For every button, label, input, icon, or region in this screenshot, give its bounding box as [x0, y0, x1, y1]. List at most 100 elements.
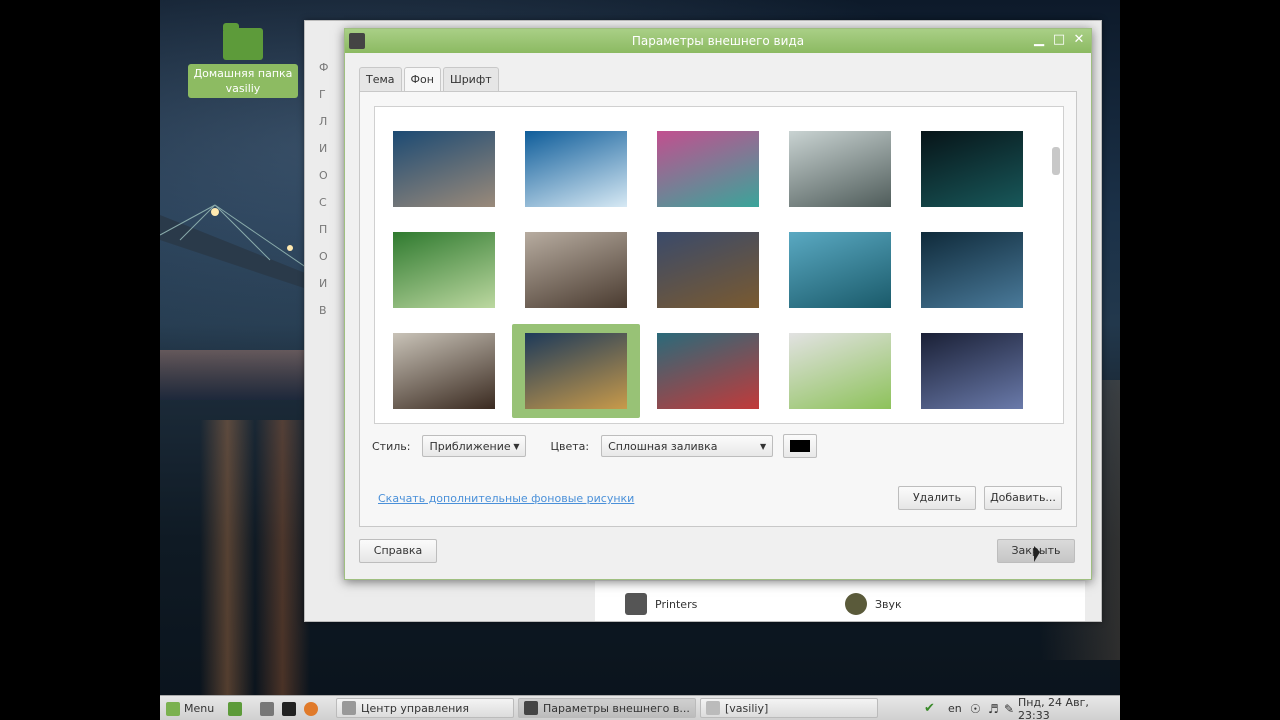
wallpaper-image	[789, 232, 891, 308]
home-folder-label: Домашняя папка	[193, 67, 293, 80]
desktop: Домашняя папка vasiliy Ф Г Л И О С П О И…	[160, 0, 1120, 720]
dialog-title: Параметры внешнего вида	[631, 34, 805, 48]
wallpaper-image	[525, 333, 627, 409]
wallpaper-image	[525, 232, 627, 308]
sound-item[interactable]: Звук	[845, 593, 902, 615]
wallpaper-thumbnail[interactable]	[921, 333, 1023, 409]
wallpaper-thumbnail[interactable]	[789, 333, 891, 409]
dropdown-arrow-icon: ▼	[513, 442, 520, 451]
file-manager-icon	[260, 701, 274, 716]
wallpaper-thumbnail[interactable]	[512, 324, 640, 418]
minimize-icon[interactable]: ▁	[1031, 32, 1047, 48]
home-folder-user: vasiliy	[225, 82, 261, 95]
wallpaper-thumbnail[interactable]	[657, 232, 759, 308]
taskbar: Menu Центр управления Параметры внешнего…	[160, 695, 1120, 720]
control-center-icon	[342, 701, 356, 715]
pen-tray[interactable]: ✎	[1004, 696, 1014, 720]
background-tab-panel: Стиль: Приближение ▼ Цвета: Сплошная зал…	[359, 91, 1077, 527]
dropdown-arrow-icon: ▼	[759, 442, 767, 451]
home-folder-desktop-icon[interactable]: Домашняя папка vasiliy	[188, 23, 298, 104]
update-tray[interactable]: ✔	[924, 696, 935, 720]
wallpaper-image	[393, 232, 495, 308]
folder-icon	[706, 701, 720, 715]
taskbar-window-appearance[interactable]: Параметры внешнего в...	[518, 698, 696, 718]
wallpaper-thumbnail[interactable]	[657, 131, 759, 207]
add-button[interactable]: Добавить...	[984, 486, 1062, 510]
tab-background[interactable]: Фон	[403, 67, 441, 91]
clock[interactable]: Пнд, 24 Авг, 23:33	[1018, 696, 1120, 720]
wallpaper-image	[657, 232, 759, 308]
wallpaper-image	[525, 131, 627, 207]
firefox-icon	[304, 701, 318, 716]
printer-icon	[625, 593, 647, 615]
wallpaper-thumbnail[interactable]	[525, 232, 627, 308]
checkmark-icon: ✔	[924, 701, 935, 716]
wallpaper-image	[657, 131, 759, 207]
folder-icon	[223, 23, 263, 60]
taskbar-window-label: [vasiliy]	[725, 701, 769, 715]
mint-logo-icon	[166, 701, 180, 716]
wallpaper-thumbnail[interactable]	[393, 131, 495, 207]
show-desktop-launcher[interactable]	[228, 696, 242, 720]
tab-bar: Тема Фон Шрифт	[359, 67, 501, 91]
colors-value: Сплошная заливка	[608, 440, 718, 453]
style-value: Приближение	[429, 440, 511, 453]
style-select[interactable]: Приближение ▼	[422, 435, 527, 457]
wallpaper-thumbnail[interactable]	[789, 131, 891, 207]
wallpaper-thumbnail[interactable]	[393, 232, 495, 308]
files-launcher[interactable]	[260, 696, 274, 720]
speaker-icon	[845, 593, 867, 615]
remove-button[interactable]: Удалить	[898, 486, 976, 510]
wallpaper-image	[393, 333, 495, 409]
menu-button[interactable]: Menu	[166, 696, 214, 720]
style-label: Стиль:	[372, 439, 411, 453]
printers-label: Printers	[655, 597, 698, 611]
network-tray[interactable]: ☉	[970, 696, 981, 720]
wallpaper-thumbnail[interactable]	[525, 131, 627, 207]
wallpaper-image	[921, 333, 1023, 409]
desktop-icon	[228, 701, 242, 716]
gallery-scrollbar[interactable]	[1051, 109, 1061, 419]
sound-label: Звук	[875, 597, 902, 611]
wallpaper-image	[789, 131, 891, 207]
color-swatch	[790, 440, 811, 452]
wallpaper-image	[657, 333, 759, 409]
taskbar-window-label: Параметры внешнего в...	[543, 701, 690, 715]
tab-font[interactable]: Шрифт	[442, 67, 499, 91]
appearance-dialog: Параметры внешнего вида ▁ □ ✕ Тема Фон Ш…	[344, 28, 1092, 580]
help-button[interactable]: Справка	[359, 539, 437, 563]
wallpaper-image	[789, 333, 891, 409]
network-icon: ☉	[970, 701, 981, 716]
pen-icon: ✎	[1004, 701, 1015, 716]
terminal-launcher[interactable]	[282, 696, 296, 720]
title-bar[interactable]: Параметры внешнего вида ▁ □ ✕	[345, 29, 1091, 53]
keyboard-layout: en	[948, 702, 962, 715]
close-icon[interactable]: ✕	[1071, 32, 1087, 48]
tab-theme[interactable]: Тема	[359, 67, 402, 91]
clock-text: Пнд, 24 Авг, 23:33	[1018, 695, 1089, 720]
wallpaper-gallery	[374, 106, 1064, 424]
maximize-icon[interactable]: □	[1051, 32, 1067, 48]
color-picker-button[interactable]	[783, 434, 818, 458]
appearance-icon	[524, 701, 538, 715]
taskbar-window-home[interactable]: [vasiliy]	[700, 698, 878, 718]
scrollbar-thumb[interactable]	[1052, 147, 1060, 175]
taskbar-window-control-center[interactable]: Центр управления	[336, 698, 514, 718]
volume-icon: ♬	[988, 701, 999, 716]
colors-label: Цвета:	[550, 439, 590, 453]
wallpaper-thumbnail[interactable]	[921, 131, 1023, 207]
volume-tray[interactable]: ♬	[988, 696, 999, 720]
background-options: Стиль: Приближение ▼ Цвета: Сплошная зал…	[372, 434, 818, 458]
colors-select[interactable]: Сплошная заливка ▼	[601, 435, 774, 457]
wallpaper-grid	[393, 131, 1023, 418]
wallpaper-thumbnail[interactable]	[921, 232, 1023, 308]
download-wallpapers-link[interactable]: Скачать дополнительные фоновые рисунки	[378, 492, 634, 505]
menu-label: Menu	[184, 702, 215, 715]
wallpaper-thumbnail[interactable]	[393, 333, 495, 409]
wallpaper-image	[921, 232, 1023, 308]
keyboard-layout-indicator[interactable]: en	[948, 696, 962, 720]
wallpaper-thumbnail[interactable]	[657, 333, 759, 409]
wallpaper-thumbnail[interactable]	[789, 232, 891, 308]
printers-item[interactable]: Printers	[625, 593, 697, 615]
firefox-launcher[interactable]	[304, 696, 318, 720]
